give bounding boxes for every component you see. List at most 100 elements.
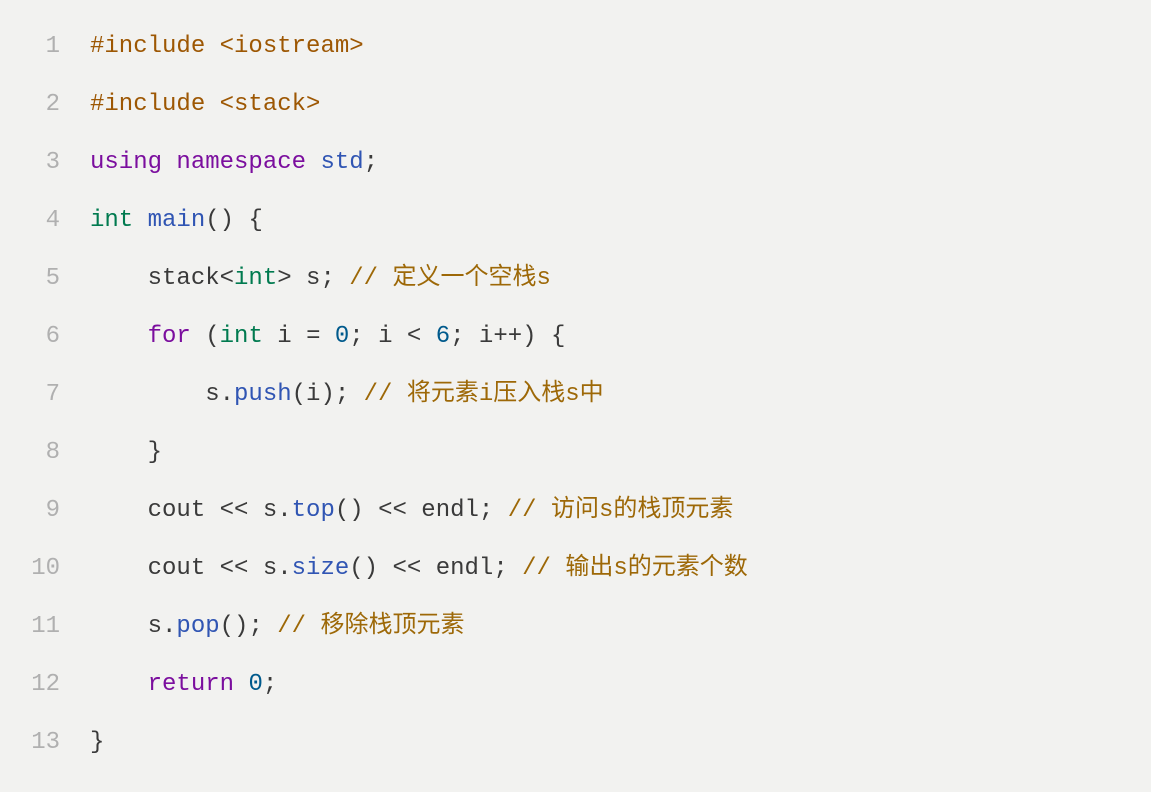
code-token: // 输出s的元素个数 <box>522 551 748 587</box>
line-number-gutter: 12345678910111213 <box>0 18 90 772</box>
code-token: // 访问s的栈顶元素 <box>508 493 734 529</box>
code-token: 6 <box>436 319 450 355</box>
code-token: push <box>234 377 292 413</box>
code-token: cout <box>148 493 220 529</box>
code-area[interactable]: #include <iostream> #include <stack> using… <box>90 18 1151 772</box>
code-line[interactable]: } <box>90 714 1151 772</box>
line-number: 9 <box>0 482 60 540</box>
code-token <box>133 203 147 239</box>
code-token: . <box>162 609 176 645</box>
code-token: s <box>248 551 277 587</box>
code-token: // 将元素i压入栈s中 <box>364 377 604 413</box>
code-token: ; i <box>349 319 407 355</box>
code-token: 0 <box>335 319 349 355</box>
code-token <box>320 319 334 355</box>
indent <box>90 493 148 529</box>
code-token: int <box>90 203 133 239</box>
code-token: int <box>234 261 277 297</box>
code-line[interactable]: using namespace std; <box>90 134 1151 192</box>
code-token: = <box>306 319 320 355</box>
code-token: #include <stack> <box>90 87 320 123</box>
code-token: endl <box>421 551 493 587</box>
code-line[interactable]: for (int i = 0; i < 6; i++) { <box>90 308 1151 366</box>
line-number: 13 <box>0 714 60 772</box>
code-token: ; i <box>450 319 493 355</box>
code-token: size <box>292 551 350 587</box>
code-token: . <box>277 551 291 587</box>
code-token: ; <box>479 493 508 529</box>
code-line[interactable]: #include <iostream> <box>90 18 1151 76</box>
code-token <box>162 145 176 181</box>
code-token: () { <box>205 203 263 239</box>
line-number: 6 <box>0 308 60 366</box>
code-token: ++ <box>493 319 522 355</box>
indent <box>90 435 148 471</box>
line-number: 3 <box>0 134 60 192</box>
code-token: std <box>320 145 363 181</box>
code-token: i <box>263 319 306 355</box>
line-number: 10 <box>0 540 60 598</box>
code-token: ; <box>263 667 277 703</box>
code-token: < <box>220 261 234 297</box>
line-number: 12 <box>0 656 60 714</box>
line-number: 11 <box>0 598 60 656</box>
code-line[interactable]: return 0; <box>90 656 1151 714</box>
code-token: // 移除栈顶元素 <box>277 609 464 645</box>
code-token: // 定义一个空栈s <box>349 261 551 297</box>
code-token: s <box>248 493 277 529</box>
code-token: ; <box>493 551 522 587</box>
line-number: 4 <box>0 192 60 250</box>
code-token: << <box>220 493 249 529</box>
code-token: int <box>220 319 263 355</box>
code-line[interactable]: s.pop(); // 移除栈顶元素 <box>90 598 1151 656</box>
code-line[interactable]: int main() { <box>90 192 1151 250</box>
code-token: pop <box>176 609 219 645</box>
code-token: cout <box>148 551 220 587</box>
code-token <box>234 667 248 703</box>
code-token: << <box>220 551 249 587</box>
code-token: << <box>392 551 421 587</box>
code-token: using <box>90 145 162 181</box>
indent <box>90 551 148 587</box>
code-token: () <box>335 493 378 529</box>
line-number: 7 <box>0 366 60 424</box>
code-token: top <box>292 493 335 529</box>
line-number: 2 <box>0 76 60 134</box>
code-token: (i); <box>292 377 364 413</box>
code-token: > s; <box>277 261 349 297</box>
code-token: . <box>277 493 291 529</box>
code-token: endl <box>407 493 479 529</box>
code-token: (); <box>220 609 278 645</box>
code-token: } <box>90 725 104 761</box>
code-token: for <box>148 319 191 355</box>
indent <box>90 377 205 413</box>
code-line[interactable]: cout << s.size() << endl; // 输出s的元素个数 <box>90 540 1151 598</box>
code-token: } <box>148 435 162 471</box>
code-token: ; <box>364 145 378 181</box>
code-line[interactable]: s.push(i); // 将元素i压入栈s中 <box>90 366 1151 424</box>
code-token: ( <box>191 319 220 355</box>
code-token: main <box>148 203 206 239</box>
indent <box>90 319 148 355</box>
indent <box>90 261 148 297</box>
code-line[interactable]: } <box>90 424 1151 482</box>
code-token <box>421 319 435 355</box>
code-token: << <box>378 493 407 529</box>
line-number: 8 <box>0 424 60 482</box>
code-token: < <box>407 319 421 355</box>
code-token: #include <iostream> <box>90 29 364 65</box>
code-line[interactable]: cout << s.top() << endl; // 访问s的栈顶元素 <box>90 482 1151 540</box>
line-number: 1 <box>0 18 60 76</box>
code-token <box>306 145 320 181</box>
code-token: s <box>148 609 162 645</box>
code-line[interactable]: #include <stack> <box>90 76 1151 134</box>
code-token: stack <box>148 261 220 297</box>
code-token: return <box>148 667 234 703</box>
code-token: 0 <box>248 667 262 703</box>
code-token: s <box>205 377 219 413</box>
indent <box>90 609 148 645</box>
code-line[interactable]: stack<int> s; // 定义一个空栈s <box>90 250 1151 308</box>
indent <box>90 667 148 703</box>
code-token: () <box>349 551 392 587</box>
code-editor: 12345678910111213 #include <iostream>#in… <box>0 18 1151 772</box>
